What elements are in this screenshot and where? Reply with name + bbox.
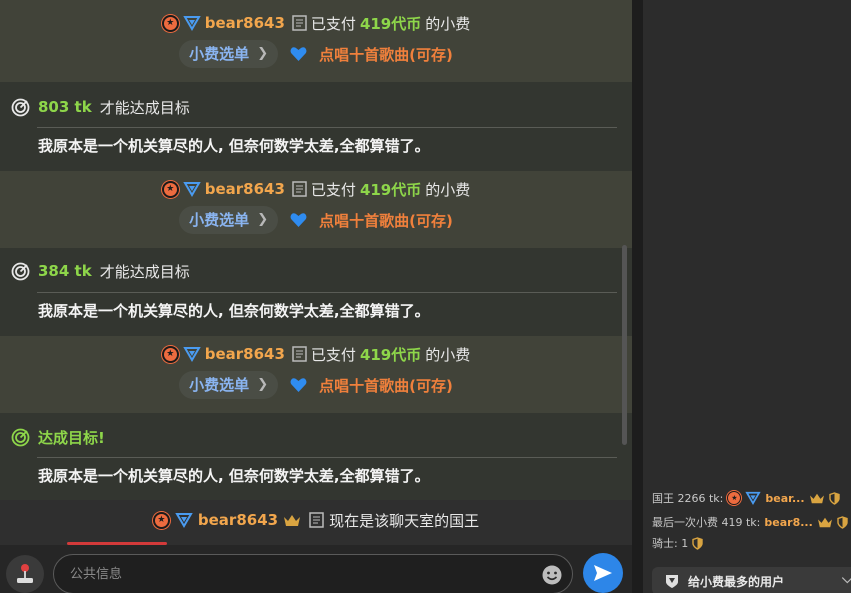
side-panel: 国王 2266 tk: ★ bear... 最后一次小费 419 tk: bea… <box>643 0 851 593</box>
song-request-text: 点唱十首歌曲(可存) <box>319 211 453 230</box>
top-tipper-label: 给小费最多的用户 <box>688 574 785 589</box>
goal-reached: 达成目标! <box>38 428 105 447</box>
shield-icon <box>692 536 703 550</box>
crown-icon <box>817 516 833 529</box>
heart-icon <box>290 212 307 228</box>
rank-star-icon: ★ <box>727 491 742 505</box>
tip-text-prefix: 已支付 <box>310 14 356 33</box>
chevron-right-icon: ❯ <box>257 377 269 392</box>
emoji-button[interactable] <box>541 564 563 586</box>
target-icon <box>11 262 30 281</box>
rank-star-icon: ★ <box>161 14 179 32</box>
tip-menu-label: 小费选单 <box>189 45 250 63</box>
triangle-icon <box>182 181 201 197</box>
king-username[interactable]: bear... <box>765 492 804 505</box>
joystick-button[interactable] <box>6 555 44 593</box>
last-tip-label: 最后一次小费 419 tk: <box>652 516 761 529</box>
tip-amount: 419代币 <box>359 14 422 33</box>
rank-star-icon: ★ <box>152 511 170 529</box>
triangle-icon <box>175 512 193 528</box>
song-request-text: 点唱十首歌曲(可存) <box>319 45 453 64</box>
tip-amount: 419代币 <box>359 345 422 364</box>
last-tip-username[interactable]: bear8... <box>764 516 812 529</box>
chat-panel: ★ bear8643 已支付 419代币 的小费 小费选单 ❯ 点唱十首歌曲(可存) … <box>0 0 632 545</box>
divider <box>37 292 617 293</box>
chat-scrollbar[interactable] <box>622 245 627 445</box>
triangle-icon <box>182 15 201 31</box>
king-announcement: ★ bear8643 现在是该聊天室的国王 <box>0 500 632 540</box>
king-stat: 国王 2266 tk: ★ bear... <box>652 489 851 507</box>
tip-menu-button[interactable]: 小费选单 ❯ <box>179 371 279 399</box>
shield-icon <box>828 491 840 505</box>
tip-menu-label: 小费选单 <box>189 376 250 394</box>
joystick-icon <box>17 564 33 583</box>
username[interactable]: bear8643 <box>205 345 285 363</box>
tip-menu-label: 小费选单 <box>189 211 250 229</box>
username[interactable]: bear8643 <box>205 14 285 32</box>
last-tip-stat: 最后一次小费 419 tk: bear8... <box>652 513 851 531</box>
tip-message: ★ bear8643 已支付 419代币 的小费 小费选单 ❯ 点唱十首歌曲(可存) <box>0 171 632 253</box>
goal-message: 384 tk 才能达成目标 我原本是一个机关算尽的人, 但奈何数学太差,全都算错… <box>0 248 632 337</box>
tip-text-suffix: 的小费 <box>425 345 471 364</box>
username[interactable]: bear8643 <box>205 180 285 198</box>
trophy-icon <box>664 573 680 589</box>
tip-text-prefix: 已支付 <box>310 180 356 199</box>
username[interactable]: bear8643 <box>198 511 278 529</box>
tip-message: ★ bear8643 已支付 419代币 的小费 小费选单 ❯ 点唱十首歌曲(可存) <box>0 336 632 418</box>
goal-message: 803 tk 才能达成目标 我原本是一个机关算尽的人, 但奈何数学太差,全都算错… <box>0 82 632 171</box>
tip-amount: 419代币 <box>359 180 422 199</box>
document-icon <box>292 15 307 31</box>
divider <box>37 457 617 458</box>
chevron-right-icon: ❯ <box>257 212 269 227</box>
chevron-right-icon: ❯ <box>257 46 269 61</box>
shield-icon <box>837 515 848 529</box>
document-icon <box>309 512 324 528</box>
goal-label: 才能达成目标 <box>99 262 190 281</box>
tip-text-suffix: 的小费 <box>425 180 471 199</box>
king-label: 国王 2266 tk: <box>652 492 724 505</box>
king-text: 现在是该聊天室的国王 <box>329 511 480 530</box>
crown-icon <box>283 513 301 528</box>
goal-description: 我原本是一个机关算尽的人, 但奈何数学太差,全都算错了。 <box>38 302 430 320</box>
goal-description: 我原本是一个机关算尽的人, 但奈何数学太差,全都算错了。 <box>38 467 430 485</box>
target-icon <box>11 428 30 447</box>
rank-star-icon: ★ <box>161 345 179 363</box>
tip-menu-button[interactable]: 小费选单 ❯ <box>179 206 279 234</box>
emoji-icon <box>542 565 562 585</box>
knight-stat: 骑士: 1 <box>652 534 851 552</box>
knight-label: 骑士: 1 <box>652 537 689 550</box>
target-icon <box>11 98 30 117</box>
top-tipper-dropdown[interactable]: 给小费最多的用户 ⌵ <box>652 567 851 593</box>
song-request-text: 点唱十首歌曲(可存) <box>319 376 453 395</box>
tip-menu-button[interactable]: 小费选单 ❯ <box>179 40 279 68</box>
goal-description: 我原本是一个机关算尽的人, 但奈何数学太差,全都算错了。 <box>38 137 430 155</box>
goal-message: 达成目标! 我原本是一个机关算尽的人, 但奈何数学太差,全都算错了。 <box>0 413 632 500</box>
send-icon <box>594 565 612 581</box>
triangle-icon <box>182 346 201 362</box>
goal-tokens: 384 tk <box>38 262 92 280</box>
tip-message: ★ bear8643 已支付 419代币 的小费 小费选单 ❯ 点唱十首歌曲(可存) <box>0 0 632 82</box>
document-icon <box>292 346 307 362</box>
chat-input-bar <box>0 545 632 593</box>
chevron-down-icon: ⌵ <box>842 571 851 587</box>
send-button[interactable] <box>583 553 623 593</box>
rank-star-icon: ★ <box>161 180 179 198</box>
public-message-input[interactable] <box>53 554 573 593</box>
tip-text-prefix: 已支付 <box>310 345 356 364</box>
tip-text-suffix: 的小费 <box>425 14 471 33</box>
crown-icon <box>809 492 825 505</box>
heart-icon <box>290 46 307 62</box>
panel-divider <box>632 0 643 593</box>
triangle-icon <box>745 491 762 505</box>
heart-icon <box>290 377 307 393</box>
goal-label: 才能达成目标 <box>99 98 190 117</box>
goal-tokens: 803 tk <box>38 98 92 116</box>
document-icon <box>292 181 307 197</box>
divider <box>37 127 617 128</box>
